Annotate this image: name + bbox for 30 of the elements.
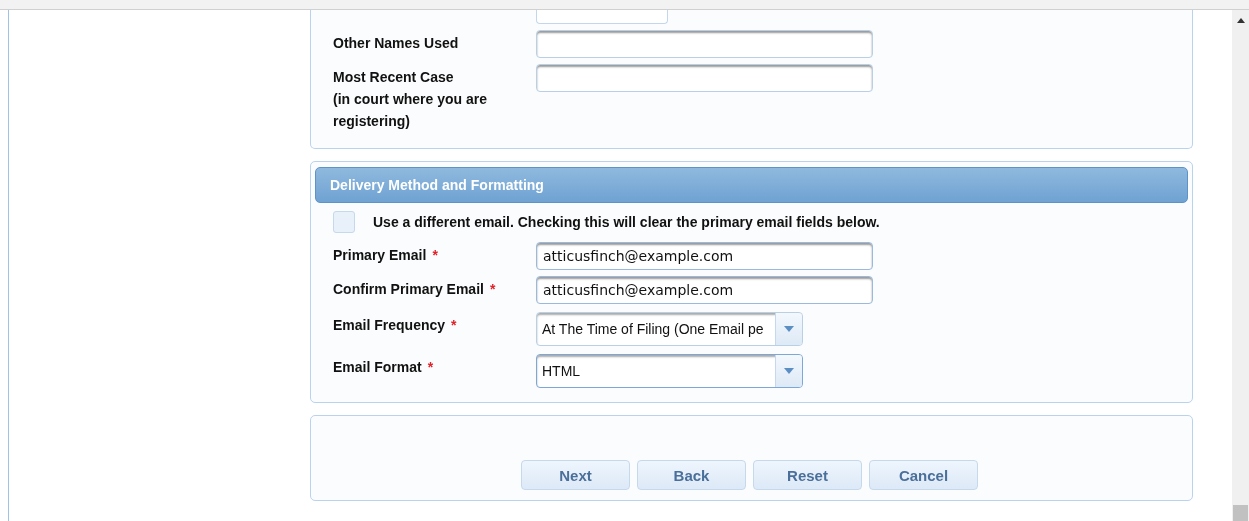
- caret-icon: [784, 368, 794, 374]
- scroll-thumb[interactable]: [1233, 505, 1248, 521]
- required-mark: *: [427, 359, 434, 375]
- form-button[interactable]: Back: [637, 460, 746, 490]
- required-mark: *: [432, 247, 438, 263]
- checkbox[interactable]: [333, 211, 355, 233]
- required-mark: *: [451, 317, 457, 333]
- section-title: Delivery Method and Formatting: [330, 177, 544, 193]
- checkbox-label: Use a different email. Checking this will clear the primary email fields below.: [373, 214, 880, 230]
- input-field[interactable]: [536, 64, 873, 92]
- field-note: (in court where you are registering): [333, 90, 489, 131]
- form-button[interactable]: Cancel: [869, 460, 978, 490]
- form-button[interactable]: Next: [521, 460, 630, 490]
- scroll-up-icon[interactable]: [1236, 18, 1245, 23]
- field-label: Primary Email: [333, 246, 427, 265]
- form-button[interactable]: Reset: [753, 460, 862, 490]
- field-label: Email Frequency: [333, 316, 446, 335]
- input-field[interactable]: [536, 10, 668, 24]
- required-mark: *: [489, 281, 496, 297]
- scrollbar[interactable]: [1232, 10, 1249, 521]
- field-label: Other Names Used: [333, 34, 459, 53]
- caret-icon: [784, 326, 794, 332]
- input-field[interactable]: atticusfinch@example.com: [536, 276, 873, 304]
- field-label: Confirm Primary Email: [333, 280, 484, 299]
- dropdown[interactable]: At The Time of Filing (One Email pe: [536, 312, 803, 346]
- field-label: Most Recent Case: [333, 68, 454, 87]
- input-field[interactable]: atticusfinch@example.com: [536, 242, 873, 270]
- dropdown[interactable]: HTML: [536, 354, 803, 388]
- input-field[interactable]: [536, 30, 873, 58]
- field-label: Email Format: [333, 358, 422, 377]
